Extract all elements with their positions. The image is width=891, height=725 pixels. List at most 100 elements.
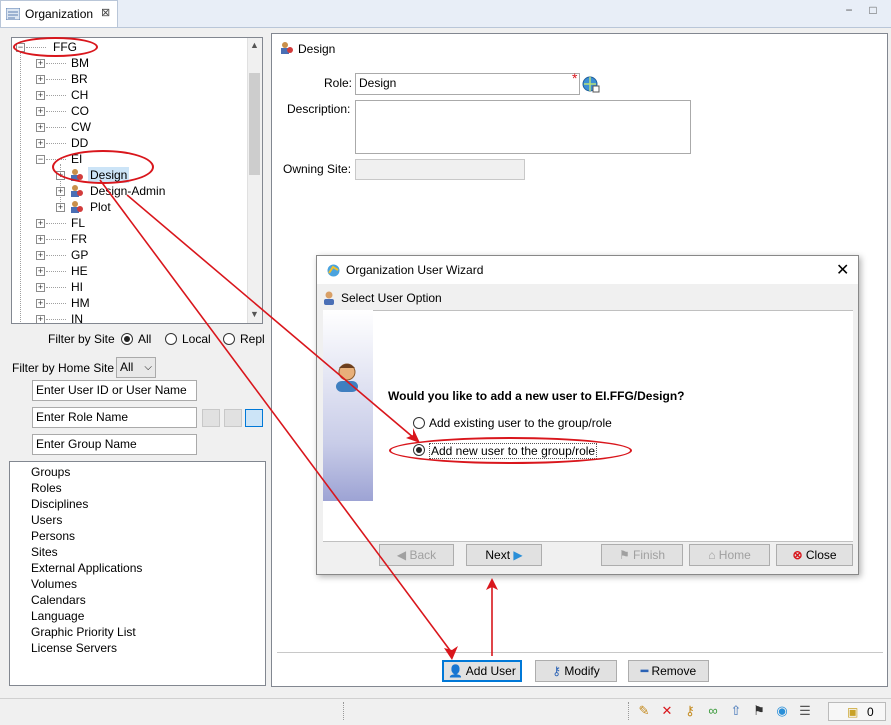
link-icon[interactable]: ∞ <box>706 704 720 718</box>
list-item[interactable]: Language <box>31 609 84 623</box>
key-icon[interactable]: ⚷ <box>683 704 697 718</box>
next-button[interactable]: Next ▶ <box>466 544 542 566</box>
list-item[interactable]: Volumes <box>31 577 77 591</box>
filter-toggle-button[interactable] <box>202 409 220 427</box>
role-search-input[interactable]: Enter Role Name <box>32 407 197 428</box>
category-list[interactable]: Groups Roles Disciplines Users Persons S… <box>9 461 266 686</box>
list-item[interactable]: Disciplines <box>31 497 88 511</box>
tree-collapse-icon[interactable]: − <box>36 155 45 164</box>
list-item[interactable]: Graphic Priority List <box>31 625 136 639</box>
tree-collapse-icon[interactable]: − <box>16 43 25 52</box>
list-item[interactable]: Roles <box>31 481 62 495</box>
filter-toggle-button[interactable] <box>245 409 263 427</box>
tree-node-site[interactable]: BR <box>71 71 88 87</box>
tree-expand-icon[interactable]: + <box>36 299 45 308</box>
organization-user-wizard-dialog: Organization User Wizard ✕ Select User O… <box>316 255 859 575</box>
list-icon[interactable]: ☰ <box>798 704 812 718</box>
tree-expand-icon[interactable]: + <box>36 315 45 323</box>
tree-node-site[interactable]: IN <box>71 311 83 323</box>
tree-expand-icon[interactable]: + <box>36 139 45 148</box>
user-search-input[interactable]: Enter User ID or User Name <box>32 380 197 401</box>
wizard-icon <box>327 264 340 277</box>
tree-node-site-ei[interactable]: EI <box>71 151 82 167</box>
tree-node-site[interactable]: HE <box>71 263 88 279</box>
tree-expand-icon[interactable]: + <box>36 91 45 100</box>
home-site-select[interactable]: All ⌵ <box>116 357 156 378</box>
list-item[interactable]: Groups <box>31 465 70 479</box>
checkered-flag-icon[interactable]: ⚑ <box>752 704 766 718</box>
tree-node-role-design[interactable]: Design <box>88 167 130 183</box>
tree-node-site[interactable]: FL <box>71 215 85 231</box>
finish-button[interactable]: ⚑ Finish <box>601 544 683 566</box>
delete-x-icon[interactable]: ✕ <box>660 704 674 718</box>
back-label: Back <box>409 548 437 562</box>
globe-icon[interactable]: ◉ <box>775 704 789 718</box>
notification-counter[interactable]: ▣ 0 <box>828 702 886 721</box>
tree-node-site[interactable]: CW <box>71 119 91 135</box>
list-item[interactable]: Users <box>31 513 62 527</box>
tree-expand-icon[interactable]: + <box>36 123 45 132</box>
tree-node-site[interactable]: FR <box>71 231 87 247</box>
home-button[interactable]: ⌂ Home <box>689 544 770 566</box>
organization-tree[interactable]: − FFG + BM + BR + CH + CO + CW + DD − EI… <box>11 37 263 324</box>
wizard-question: Would you like to add a new user to EI.F… <box>388 389 685 403</box>
option-new-radio[interactable] <box>413 444 425 456</box>
list-item[interactable]: Persons <box>31 529 75 543</box>
site-radio-all[interactable] <box>121 333 133 345</box>
option-existing-radio[interactable] <box>413 417 425 429</box>
lookup-globe-icon[interactable] <box>582 76 600 93</box>
tab-organization[interactable]: Organization ⊠ <box>0 0 118 27</box>
tree-node-role[interactable]: Design-Admin <box>90 183 165 199</box>
tree-node-site[interactable]: HI <box>71 279 83 295</box>
tree-expand-icon[interactable]: + <box>36 75 45 84</box>
pencil-icon[interactable]: ✎ <box>637 704 651 718</box>
add-user-label: Add User <box>465 664 516 678</box>
scroll-down-icon[interactable]: ▼ <box>247 309 262 319</box>
tree-expand-icon[interactable]: + <box>36 59 45 68</box>
role-name-field[interactable]: Design <box>355 73 580 95</box>
description-field[interactable] <box>355 100 691 154</box>
list-item[interactable]: Calendars <box>31 593 86 607</box>
tree-node-ffg[interactable]: FFG <box>53 39 77 55</box>
tree-expand-icon[interactable]: + <box>56 171 65 180</box>
organization-icon <box>6 8 20 20</box>
role-label: Role: <box>324 76 353 90</box>
tree-node-role[interactable]: Plot <box>90 199 111 215</box>
tree-expand-icon[interactable]: + <box>36 107 45 116</box>
option-new-label[interactable]: Add new user to the group/role <box>429 443 598 459</box>
dialog-close-icon[interactable]: ✕ <box>836 260 849 280</box>
restore-icon[interactable]: □ <box>866 3 880 17</box>
tree-node-site[interactable]: CH <box>71 87 88 103</box>
tree-node-site[interactable]: GP <box>71 247 88 263</box>
tree-node-site[interactable]: DD <box>71 135 88 151</box>
close-button[interactable]: ⊗ Close <box>776 544 853 566</box>
tree-expand-icon[interactable]: + <box>56 187 65 196</box>
tree-expand-icon[interactable]: + <box>36 219 45 228</box>
tree-expand-icon[interactable]: + <box>36 251 45 260</box>
list-item[interactable]: External Applications <box>31 561 142 575</box>
modify-button[interactable]: ⚷ Modify <box>535 660 617 682</box>
chevron-down-icon: ⌵ <box>144 362 152 373</box>
option-existing-label[interactable]: Add existing user to the group/role <box>429 416 612 430</box>
tree-node-site[interactable]: HM <box>71 295 90 311</box>
tree-node-site[interactable]: BM <box>71 55 89 71</box>
group-search-input[interactable]: Enter Group Name <box>32 434 197 455</box>
scrollbar-thumb[interactable] <box>249 73 260 175</box>
minimize-icon[interactable]: − <box>842 3 856 17</box>
tree-expand-icon[interactable]: + <box>36 283 45 292</box>
filter-toggle-button[interactable] <box>224 409 242 427</box>
tree-expand-icon[interactable]: + <box>36 267 45 276</box>
add-user-button[interactable]: 👤 Add User <box>442 660 522 682</box>
tab-close-icon[interactable]: ⊠ <box>101 6 110 19</box>
tree-expand-icon[interactable]: + <box>56 203 65 212</box>
tree-node-site[interactable]: CO <box>71 103 89 119</box>
list-item[interactable]: License Servers <box>31 641 117 655</box>
site-radio-local[interactable] <box>165 333 177 345</box>
tree-expand-icon[interactable]: + <box>36 235 45 244</box>
back-button[interactable]: ◀ Back <box>379 544 454 566</box>
export-icon[interactable]: ⇧ <box>729 704 743 718</box>
list-item[interactable]: Sites <box>31 545 58 559</box>
site-radio-repl[interactable] <box>223 333 235 345</box>
remove-button[interactable]: ━ Remove <box>628 660 709 682</box>
scroll-up-icon[interactable]: ▲ <box>247 40 262 50</box>
